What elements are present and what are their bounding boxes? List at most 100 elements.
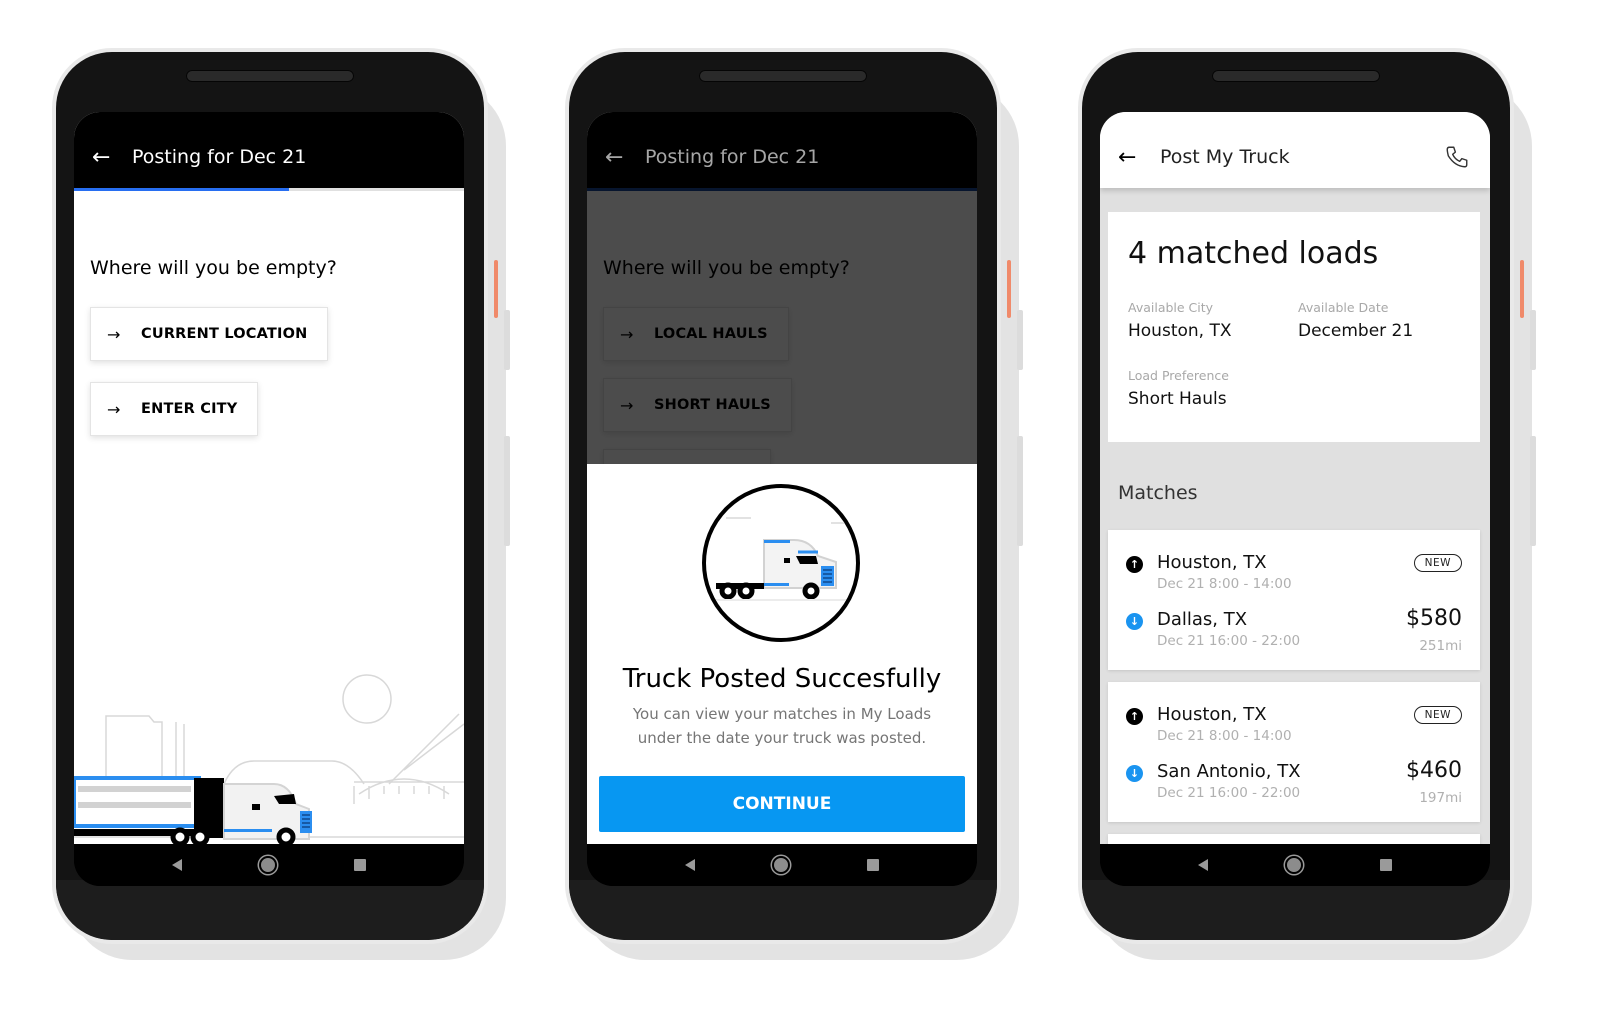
speaker-grille [1212,70,1380,82]
match-card[interactable]: ↑ Houston, TX Dec 21 8:00 - 14:00 ↓ Dall… [1108,530,1480,670]
price: $580 [1406,606,1462,631]
truck-with-trailer [74,776,312,844]
field-label: Load Preference [1128,368,1229,383]
header-scrim [587,112,977,191]
arrow-right-icon: → [107,324,121,344]
dropoff-stop: ↓ Dallas, TX Dec 21 16:00 - 22:00 [1126,609,1300,649]
app-bar: ← Posting for Dec 21 [74,112,464,188]
screen-content: ← Posting for Dec 21 Where will you be e… [587,112,977,844]
screen-content: ← Posting for Dec 21 Where will you be e… [74,112,464,844]
page-title: Posting for Dec 21 [132,146,307,168]
nav-recents-icon[interactable] [353,859,366,871]
load-preference: Load Preference Short Hauls [1128,368,1229,409]
volume-button [1017,436,1023,546]
match-card-partial[interactable] [1108,834,1480,844]
summary-card: 4 matched loads Available City Houston, … [1108,212,1480,442]
pickup-stop: ↑ Houston, TX Dec 21 8:00 - 14:00 [1126,704,1292,744]
screen-content: ← Post My Truck 4 matched loads Availabl… [1100,112,1490,844]
field-value: Houston, TX [1128,321,1232,341]
phone-frame: ← Posting for Dec 21 Where will you be e… [52,48,488,944]
volume-button [1530,436,1536,546]
question-heading: Where will you be empty? [90,257,337,279]
pickup-time: Dec 21 8:00 - 14:00 [1157,576,1292,592]
option-label: CURRENT LOCATION [141,326,308,342]
phone-chin [1082,880,1510,940]
phone-3: ← Post My Truck 4 matched loads Availabl… [1078,48,1536,960]
phone-frame: ← Post My Truck 4 matched loads Availabl… [1078,48,1514,944]
pickup-arrow-icon: ↑ [1126,708,1143,725]
nav-home-icon[interactable] [1284,856,1303,874]
price: $460 [1406,758,1462,783]
nav-back-icon[interactable] [172,859,183,871]
success-title: Truck Posted Succesfully [622,664,942,694]
field-label: Available Date [1298,300,1389,315]
speaker-grille [186,70,354,82]
enter-city-button[interactable]: → ENTER CITY [90,382,259,436]
volume-button [1530,310,1536,370]
sun-icon [342,674,392,724]
pickup-time: Dec 21 8:00 - 14:00 [1157,728,1292,744]
current-location-button[interactable]: → CURRENT LOCATION [90,307,329,361]
phone-frame: ← Posting for Dec 21 Where will you be e… [565,48,1001,944]
dropoff-time: Dec 21 16:00 - 22:00 [1157,633,1301,649]
android-nav-bar [1100,844,1490,886]
new-badge: NEW [1413,706,1462,724]
speaker-grille [699,70,867,82]
pickup-city: Houston, TX [1157,704,1267,725]
screen: ← Posting for Dec 21 Where will you be e… [74,112,464,886]
phone-chin [569,880,997,940]
field-value: December 21 [1298,321,1414,341]
dropoff-city: San Antonio, TX [1157,761,1301,782]
back-arrow-icon[interactable]: ← [1118,145,1160,170]
nav-back-icon[interactable] [1198,859,1209,871]
screen: ← Post My Truck 4 matched loads Availabl… [1100,112,1490,886]
truck-cab-illustration [702,484,860,642]
back-arrow-icon[interactable]: ← [92,145,132,170]
pickup-city: Houston, TX [1157,552,1267,573]
pickup-stop: ↑ Houston, TX Dec 21 8:00 - 14:00 [1126,552,1292,592]
nav-home-icon[interactable] [771,856,790,874]
volume-button [504,310,510,370]
arrow-right-icon: → [107,399,121,419]
new-badge: NEW [1413,554,1462,572]
modal-scrim [587,188,977,464]
progress-bar [74,188,464,191]
field-label: Available City [1128,300,1214,315]
android-nav-bar [587,844,977,886]
page-title: Post My Truck [1160,146,1290,168]
dropoff-city: Dallas, TX [1157,609,1248,630]
option-label: ENTER CITY [141,401,238,417]
continue-button[interactable]: CONTINUE [599,776,965,832]
dropoff-arrow-icon: ↓ [1126,613,1143,630]
android-nav-bar [74,844,464,886]
available-date: Available Date December 21 [1298,300,1413,341]
nav-home-icon[interactable] [258,856,277,874]
power-button [1007,260,1011,318]
distance: 197mi [1419,790,1462,806]
volume-button [504,436,510,546]
nav-back-icon[interactable] [685,859,696,871]
phone-2: ← Posting for Dec 21 Where will you be e… [565,48,1023,960]
distance: 251mi [1419,638,1462,654]
screen: ← Posting for Dec 21 Where will you be e… [587,112,977,886]
phone-icon[interactable] [1444,144,1470,170]
success-dialog: Truck Posted Succesfully You can view yo… [587,464,977,844]
dropoff-stop: ↓ San Antonio, TX Dec 21 16:00 - 22:00 [1126,761,1301,801]
available-city: Available City Houston, TX [1128,300,1232,341]
app-bar: ← Post My Truck [1100,112,1490,188]
phone-1: ← Posting for Dec 21 Where will you be e… [52,48,510,960]
progress-fill [74,188,289,191]
power-button [494,260,498,318]
matched-loads-count: 4 matched loads [1128,236,1379,271]
hill-shape [223,760,365,785]
dropoff-time: Dec 21 16:00 - 22:00 [1157,785,1301,801]
dropoff-arrow-icon: ↓ [1126,765,1143,782]
mesa-shape [105,715,163,784]
volume-button [1017,310,1023,370]
pickup-arrow-icon: ↑ [1126,556,1143,573]
nav-recents-icon[interactable] [866,859,879,871]
nav-recents-icon[interactable] [1379,859,1392,871]
match-card[interactable]: ↑ Houston, TX Dec 21 8:00 - 14:00 ↓ San … [1108,682,1480,822]
matches-heading: Matches [1118,482,1198,504]
truck-desert-illustration [74,674,464,844]
